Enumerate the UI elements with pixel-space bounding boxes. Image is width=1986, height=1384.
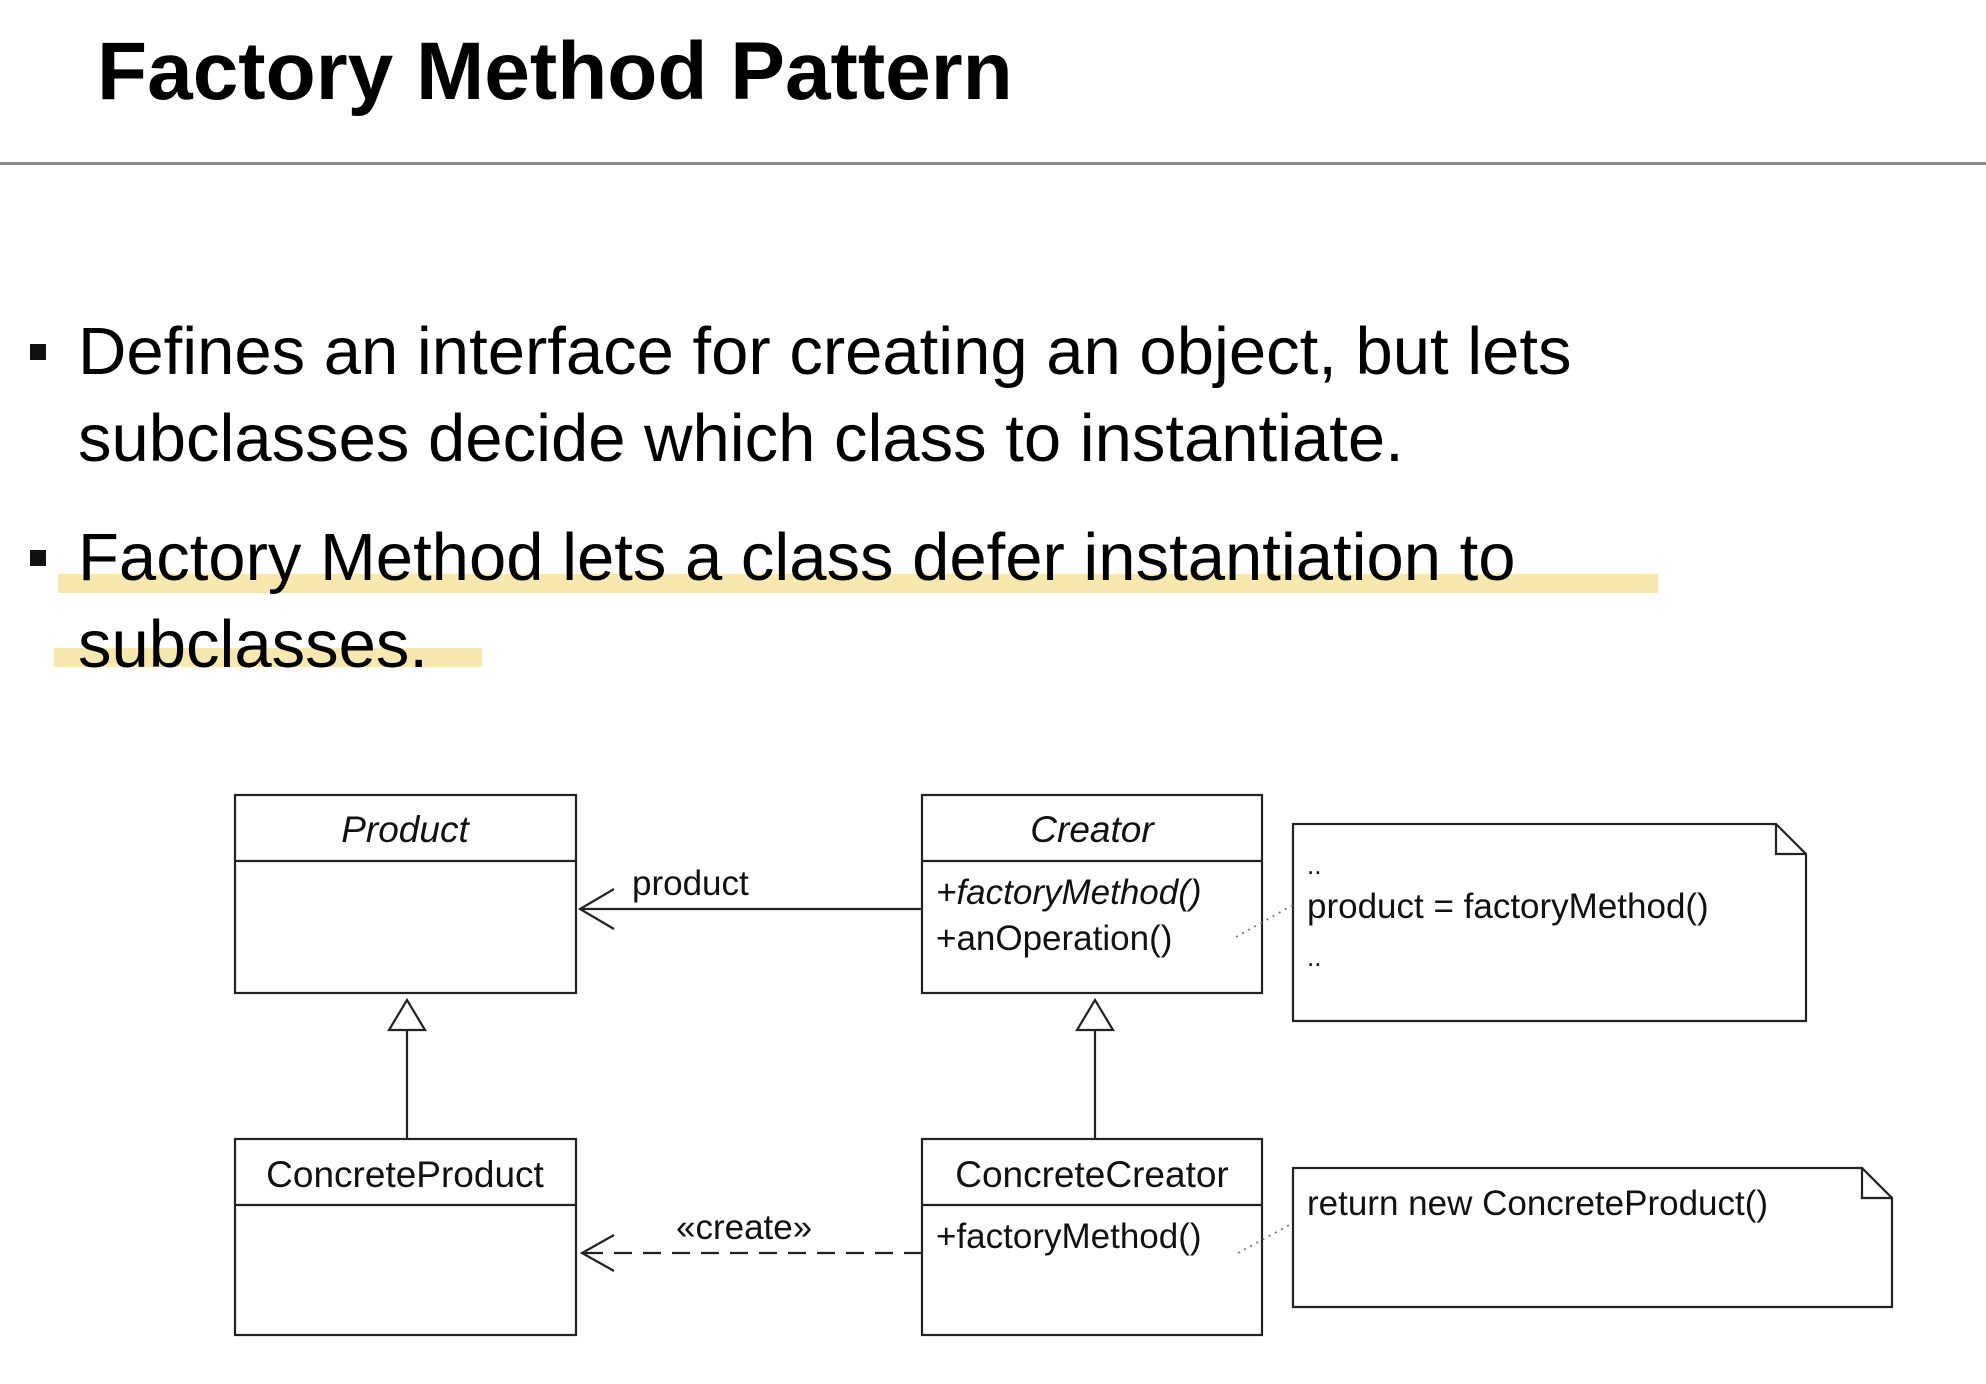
inheritance-triangle-icon [387,997,427,1032]
creator-note-line-3: .. [1307,942,1321,972]
creator-operation-factory-method: +factoryMethod() [936,873,1202,912]
product-class-name: Product [341,809,470,850]
creator-note-line-2: product = factoryMethod() [1307,887,1709,926]
creator-operation-an-operation: +anOperation() [936,919,1172,958]
uml-class-diagram: Product Creator +factoryMethod() +anOper… [233,793,1894,1337]
concrete-creator-note-text: return new ConcreteProduct() [1307,1184,1768,1223]
concrete-product-class-name: ConcreteProduct [266,1154,544,1195]
creator-class-name: Creator [1030,809,1155,850]
concrete-creator-operation-factory-method: +factoryMethod() [936,1217,1202,1256]
product-association-label: product [632,864,749,903]
create-dependency-label: «create» [676,1208,812,1247]
concrete-creator-class-name: ConcreteCreator [955,1154,1229,1195]
inheritance-triangle-icon [1075,997,1115,1032]
creator-note-line-1: .. [1307,850,1321,880]
